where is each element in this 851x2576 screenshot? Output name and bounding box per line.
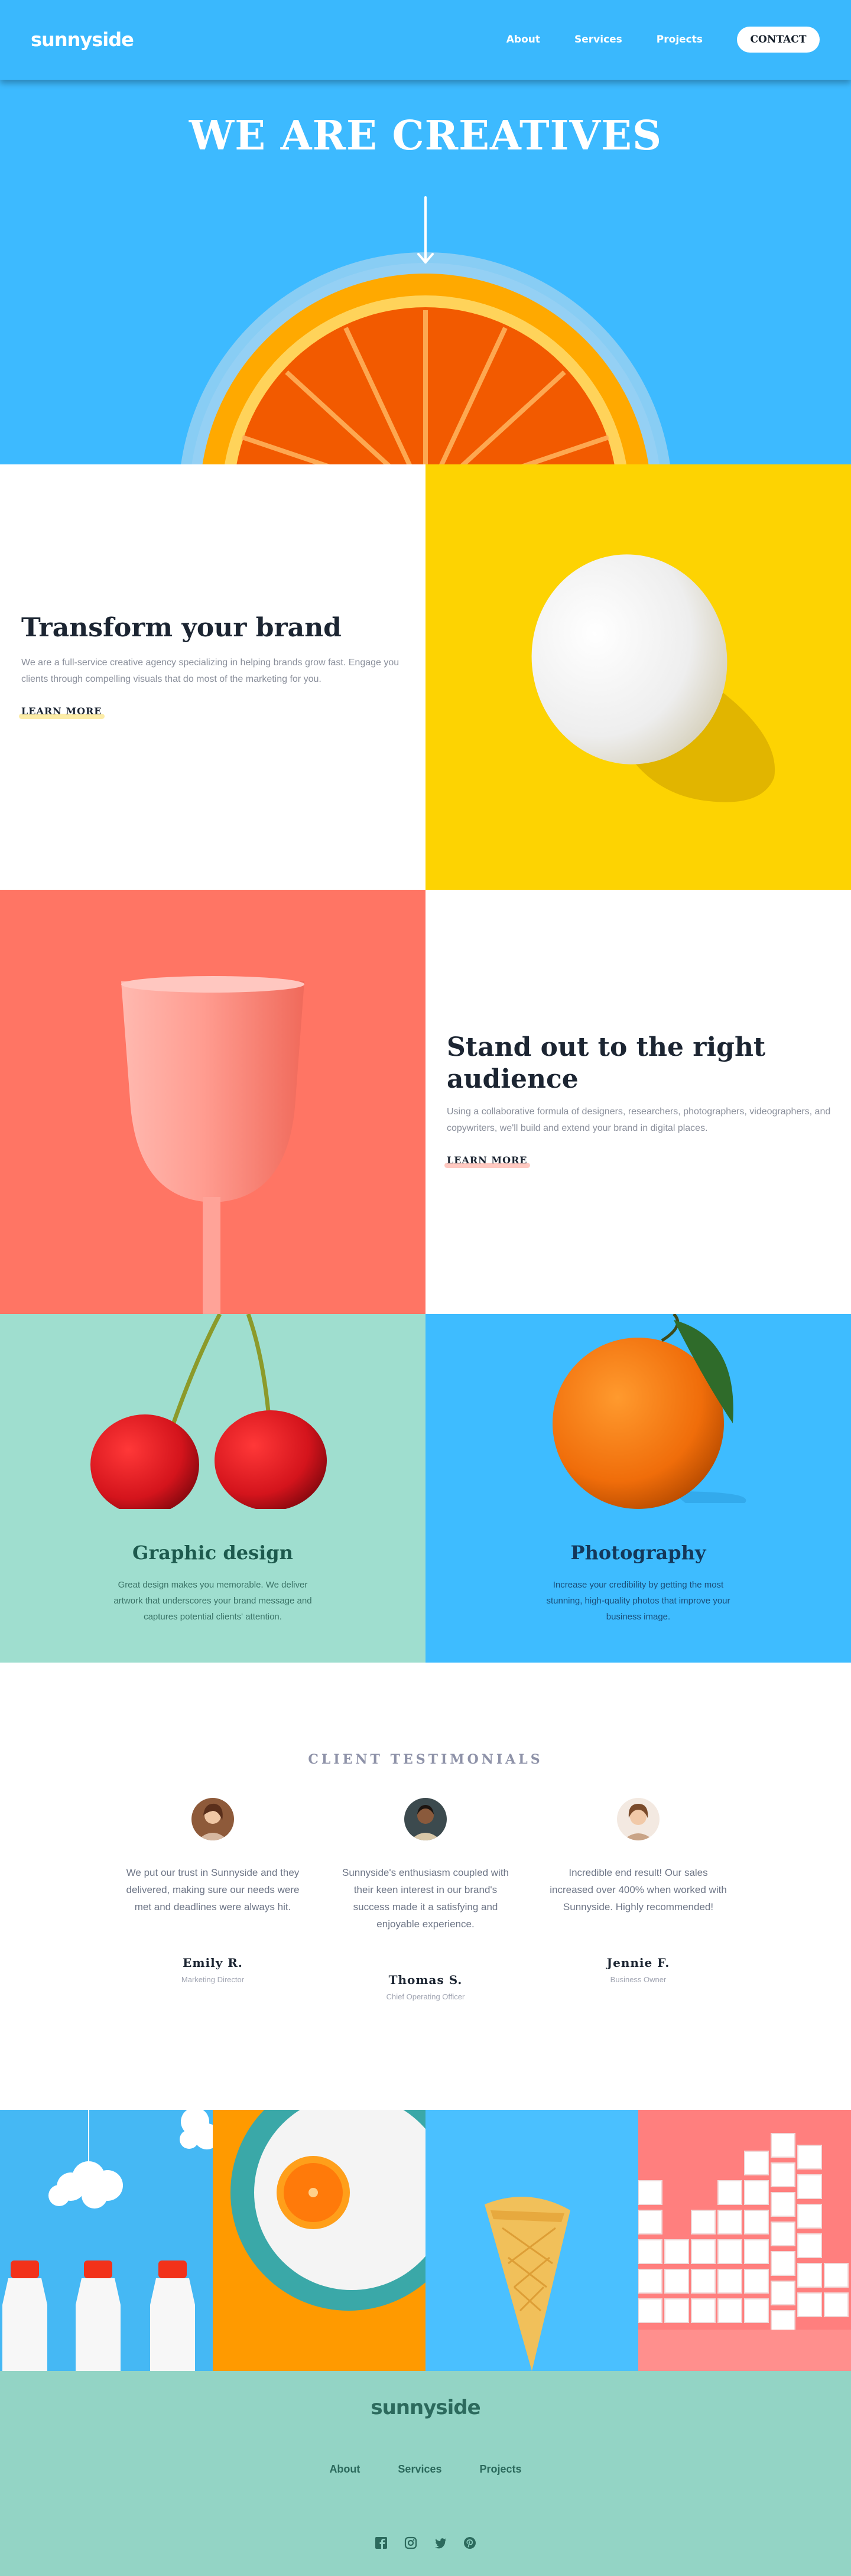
testimonial-role: Business Owner (610, 1975, 667, 1984)
testimonial-card: Incredible end result! Our sales increas… (550, 1798, 727, 1984)
transform-section: Transform your brand We are a full-servi… (0, 464, 426, 890)
cherries-illustration (90, 1314, 327, 1509)
milk-bottles-image (0, 2110, 213, 2371)
instagram-icon[interactable] (404, 2536, 417, 2549)
testimonial-quote: We put our trust in Sunnyside and they d… (126, 1867, 300, 1913)
gallery-sugar-cubes (638, 2110, 851, 2371)
testimonials-heading: CLIENT TESTIMONIALS (308, 1752, 543, 1767)
egg-image (426, 464, 851, 890)
standout-learn-more-link[interactable]: LEARN MORE (444, 1154, 530, 1168)
gallery-orange-plate (213, 2110, 426, 2371)
nav-links: About Services Projects CONTACT (506, 27, 820, 53)
arrow-down-icon[interactable] (417, 196, 434, 267)
graphic-design-title: Graphic design (132, 1541, 293, 1564)
standout-learn-more-label: LEARN MORE (447, 1154, 528, 1166)
footer-social (0, 2536, 851, 2549)
testimonial-quote: Sunnyside's enthusiasm coupled with thei… (342, 1867, 509, 1930)
standout-section: Stand out to the right audience Using a … (426, 890, 851, 1314)
testimonial-card: We put our trust in Sunnyside and they d… (124, 1798, 301, 1984)
gallery-milk-bottles (0, 2110, 213, 2371)
orange-half-image (181, 252, 670, 464)
facebook-icon[interactable] (375, 2536, 388, 2549)
footer-link-about[interactable]: About (329, 2463, 360, 2476)
avatar (191, 1798, 234, 1840)
cone-image (426, 2110, 638, 2371)
navbar: sunnyside About Services Projects CONTAC… (0, 0, 851, 80)
standout-title: Stand out to the right audience (447, 1032, 766, 1094)
avatar (617, 1798, 660, 1840)
testimonial-role: Marketing Director (181, 1975, 245, 1984)
graphic-design-text: Great design makes you memorable. We del… (113, 1580, 312, 1622)
orange-illustration (553, 1314, 746, 1509)
transform-text: We are a full-service creative agency sp… (21, 658, 399, 684)
avatar (404, 1798, 447, 1840)
pinterest-icon[interactable] (463, 2536, 476, 2549)
photography-text: Increase your credibility by getting the… (546, 1580, 730, 1622)
testimonial-name: Thomas S. (388, 1973, 463, 1987)
orange-plate-image (213, 2110, 426, 2371)
hero-title: WE ARE CREATIVES (189, 112, 662, 160)
transform-title: Transform your brand (21, 613, 342, 643)
photography-card: Photography Increase your credibility by… (426, 1314, 851, 1663)
testimonial-name: Emily R. (183, 1956, 243, 1970)
footer-logo[interactable]: sunnyside (0, 2396, 851, 2419)
glass-image (0, 890, 426, 1314)
nav-projects[interactable]: Projects (657, 34, 703, 45)
testimonial-role: Chief Operating Officer (386, 1992, 465, 2001)
transform-learn-more-link[interactable]: LEARN MORE (19, 705, 105, 719)
footer-link-services[interactable]: Services (398, 2463, 441, 2476)
nav-about[interactable]: About (506, 34, 540, 45)
footer: sunnyside About Services Projects (0, 2371, 851, 2576)
testimonial-quote: Incredible end result! Our sales increas… (550, 1867, 727, 1913)
testimonial-card: Sunnyside's enthusiasm coupled with thei… (337, 1798, 514, 2001)
footer-links: About Services Projects (0, 2463, 851, 2476)
gallery-ice-cream-cone (426, 2110, 638, 2371)
nav-services[interactable]: Services (574, 34, 622, 45)
logo[interactable]: sunnyside (31, 28, 134, 51)
transform-learn-more-label: LEARN MORE (21, 705, 102, 717)
hero-section: sunnyside About Services Projects CONTAC… (0, 0, 851, 464)
egg-illustration (531, 554, 775, 802)
twitter-icon[interactable] (434, 2536, 447, 2549)
testimonial-name: Jennie F. (606, 1956, 670, 1970)
standout-text: Using a collaborative formula of designe… (447, 1107, 831, 1133)
sugar-cubes-image (638, 2110, 851, 2371)
contact-button[interactable]: CONTACT (737, 27, 820, 53)
graphic-design-card: Graphic design Great design makes you me… (0, 1314, 426, 1663)
photography-title: Photography (570, 1541, 706, 1564)
footer-link-projects[interactable]: Projects (480, 2463, 522, 2476)
glass-illustration (0, 890, 426, 1314)
